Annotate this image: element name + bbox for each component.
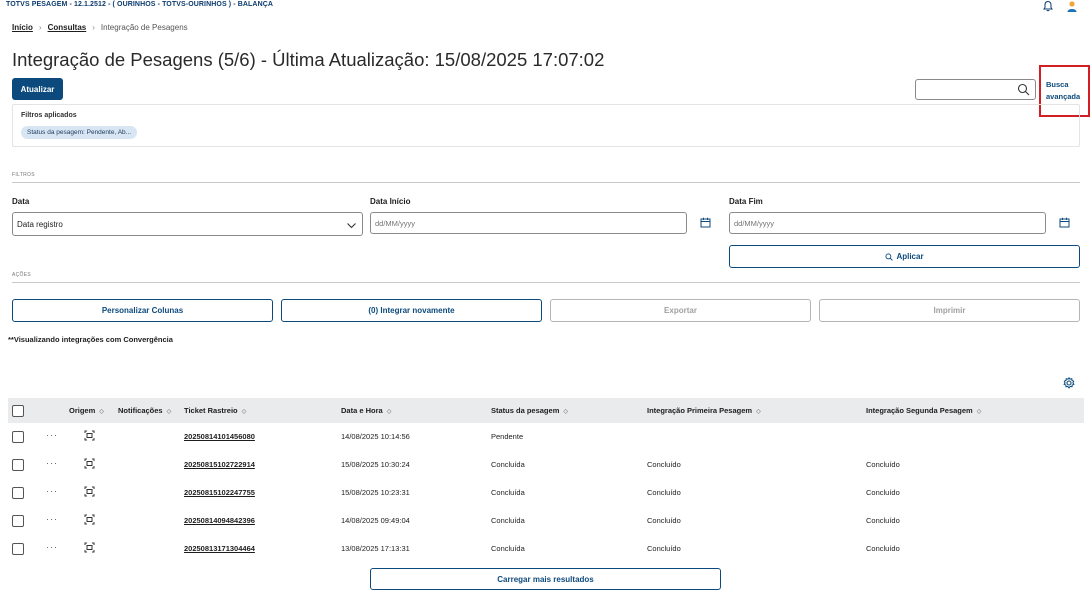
row-status: Concluída xyxy=(491,460,525,469)
row-datetime: 14/08/2025 10:14:56 xyxy=(341,432,410,441)
row-second-weighing: Concluído xyxy=(866,488,900,497)
table-header: Origem ◇ Notificações ◇ Ticket Rastreio ◇ D… xyxy=(8,398,1084,423)
more-actions-icon[interactable]: ··· xyxy=(46,458,58,468)
advanced-search-label: Busca avançada xyxy=(1046,80,1081,101)
row-second-weighing: Concluído xyxy=(866,516,900,525)
filter-chip[interactable]: Status da pesagem: Pendente, Ab... xyxy=(21,126,138,139)
row-checkbox[interactable] xyxy=(12,431,24,443)
ticket-link[interactable]: 20250815102722914 xyxy=(184,460,255,469)
ticket-link[interactable]: 20250814094842396 xyxy=(184,516,255,525)
export-button[interactable]: Exportar xyxy=(550,299,811,322)
column-header-first-weighing[interactable]: Integração Primeira Pesagem ◇ xyxy=(647,406,761,415)
search-icon xyxy=(885,252,894,261)
calendar-icon[interactable] xyxy=(1059,217,1070,228)
applied-filters-panel: Filtros aplicados Status da pesagem: Pen… xyxy=(12,104,1080,147)
column-header-notifications[interactable]: Notificações ◇ xyxy=(118,406,171,415)
load-more-button[interactable]: Carregar mais resultados xyxy=(370,568,721,590)
row-checkbox[interactable] xyxy=(12,543,24,555)
page-title: Integração de Pesagens (5/6) - Última At… xyxy=(12,49,605,70)
row-datetime: 14/08/2025 09:49:04 xyxy=(341,516,410,525)
column-header-ticket[interactable]: Ticket Rastreio ◇ xyxy=(184,406,246,415)
row-datetime: 15/08/2025 10:23:31 xyxy=(341,488,410,497)
actions-section-title: AÇÕES xyxy=(12,272,32,278)
divider xyxy=(12,182,1080,183)
convergence-note: **Visualizando integrações com Convergên… xyxy=(8,335,173,344)
start-date-input[interactable] xyxy=(371,213,671,234)
app-title: TOTVS PESAGEM - 12.1.2512 - ( OURINHOS -… xyxy=(6,1,274,8)
more-actions-icon[interactable]: ··· xyxy=(46,542,58,552)
ticket-link[interactable]: 20250815102247755 xyxy=(184,488,255,497)
chevron-right-icon: › xyxy=(92,23,95,32)
table-row: ··· 20250813171304464 13/08/2025 17:13:3… xyxy=(8,535,1084,563)
row-datetime: 15/08/2025 10:30:24 xyxy=(341,460,410,469)
row-checkbox[interactable] xyxy=(12,459,24,471)
chevron-down-icon xyxy=(347,223,356,229)
print-button[interactable]: Imprimir xyxy=(819,299,1080,322)
search-input[interactable] xyxy=(916,81,1016,100)
scan-icon xyxy=(84,458,95,469)
gear-icon[interactable] xyxy=(1063,377,1075,389)
divider xyxy=(12,282,1080,283)
user-avatar-icon[interactable] xyxy=(1066,0,1078,12)
scan-icon xyxy=(84,430,95,441)
bell-icon[interactable] xyxy=(1042,0,1054,12)
integrations-table: Origem ◇ Notificações ◇ Ticket Rastreio ◇ D… xyxy=(8,398,1084,563)
column-header-datetime[interactable]: Data e Hora ◇ xyxy=(341,406,391,415)
breadcrumb: Início › Consultas › Integração de Pesag… xyxy=(12,23,188,32)
chevron-right-icon: › xyxy=(38,23,42,32)
row-first-weighing: Concluído xyxy=(647,516,681,525)
apply-filters-label: Aplicar xyxy=(896,252,924,261)
row-status: Concluída xyxy=(491,516,525,525)
table-row: ··· 20250814101456080 14/08/2025 10:14:5… xyxy=(8,423,1084,451)
column-header-status[interactable]: Status da pesagem ◇ xyxy=(491,406,568,415)
applied-filters-label: Filtros aplicados xyxy=(21,112,77,119)
reintegrate-button[interactable]: (0) Integrar novamente xyxy=(281,299,542,322)
table-row: ··· 20250815102247755 15/08/2025 10:23:3… xyxy=(8,479,1084,507)
row-first-weighing: Concluído xyxy=(647,488,681,497)
scan-icon xyxy=(84,542,95,553)
row-status: Concluída xyxy=(491,544,525,553)
end-date-input[interactable] xyxy=(730,213,1030,234)
row-checkbox[interactable] xyxy=(12,515,24,527)
start-date-label: Data Início xyxy=(370,197,411,206)
row-status: Pendente xyxy=(491,432,524,441)
search-box xyxy=(915,79,1036,100)
scan-icon xyxy=(84,514,95,525)
more-actions-icon[interactable]: ··· xyxy=(46,514,58,524)
date-type-value: Data registro xyxy=(17,220,63,229)
row-datetime: 13/08/2025 17:13:31 xyxy=(341,544,410,553)
column-header-second-weighing[interactable]: Integração Segunda Pesagem ◇ xyxy=(866,406,981,415)
end-date-field xyxy=(729,212,1046,234)
row-checkbox[interactable] xyxy=(12,487,24,499)
table-row: ··· 20250814094842396 14/08/2025 09:49:0… xyxy=(8,507,1084,535)
end-date-label: Data Fim xyxy=(729,197,763,206)
table-row: ··· 20250815102722914 15/08/2025 10:30:2… xyxy=(8,451,1084,479)
ticket-link[interactable]: 20250813171304464 xyxy=(184,544,255,553)
ticket-link[interactable]: 20250814101456080 xyxy=(184,432,255,441)
date-type-select[interactable]: Data registro xyxy=(12,212,363,236)
more-actions-icon[interactable]: ··· xyxy=(46,430,58,440)
date-label: Data xyxy=(12,197,30,206)
customize-columns-button[interactable]: Personalizar Colunas xyxy=(12,299,273,322)
top-bar: TOTVS PESAGEM - 12.1.2512 - ( OURINHOS -… xyxy=(0,0,1092,12)
scan-icon xyxy=(84,486,95,497)
breadcrumb-home[interactable]: Início xyxy=(12,23,33,32)
refresh-button[interactable]: Atualizar xyxy=(12,78,63,100)
start-date-field xyxy=(370,212,687,234)
row-second-weighing: Concluído xyxy=(866,460,900,469)
filters-section-title: FILTROS xyxy=(12,172,35,178)
row-first-weighing: Concluído xyxy=(647,544,681,553)
breadcrumb-consultas[interactable]: Consultas xyxy=(48,23,87,32)
apply-filters-button[interactable]: Aplicar xyxy=(729,245,1080,268)
breadcrumb-current: Integração de Pesagens xyxy=(100,23,188,32)
more-actions-icon[interactable]: ··· xyxy=(46,486,58,496)
select-all-checkbox[interactable] xyxy=(12,405,24,417)
row-status: Concluída xyxy=(491,488,525,497)
column-header-origin[interactable]: Origem ◇ xyxy=(69,406,104,415)
row-first-weighing: Concluído xyxy=(647,460,681,469)
row-second-weighing: Concluído xyxy=(866,544,900,553)
calendar-icon[interactable] xyxy=(700,217,711,228)
search-icon[interactable] xyxy=(1017,83,1030,96)
